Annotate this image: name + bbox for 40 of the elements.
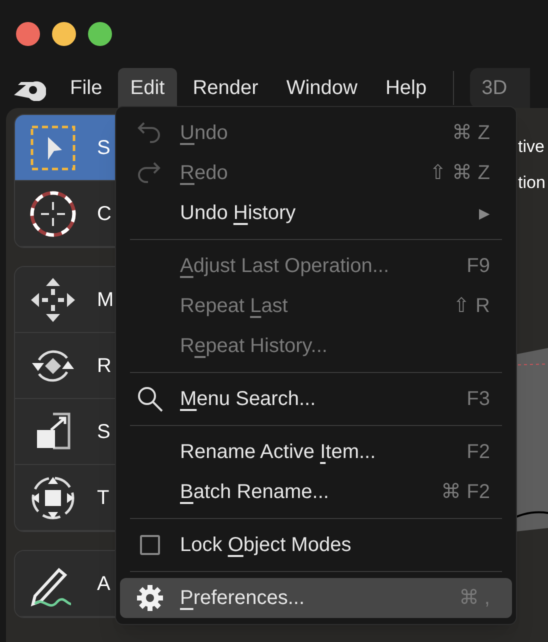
menu-item-label: Undo	[180, 121, 228, 146]
select-box-icon	[29, 124, 77, 172]
menu-item-label: Repeat Last	[180, 294, 288, 319]
shortcut-label: ⇧ R	[453, 294, 490, 319]
menu-button[interactable]: Window	[274, 68, 370, 108]
shortcut-label: ⌘ Z	[452, 121, 490, 146]
move-arrows-icon	[29, 276, 77, 324]
menu-item-label: Lock Object Modes	[180, 533, 352, 558]
menu-button[interactable]: File	[58, 68, 114, 108]
menu-item-label: Menu Search...	[180, 387, 316, 412]
menu-item[interactable]: Preferences... ⌘ ,	[120, 578, 512, 618]
shortcut-label: F3	[466, 387, 490, 412]
undo-arrow-icon	[136, 120, 162, 146]
menu-item-label: Rename Active Item...	[180, 440, 376, 465]
shortcut-label: ⇧ ⌘ Z	[430, 161, 490, 186]
shortcut-label: ⌘ F2	[441, 480, 490, 505]
menu-button[interactable]: Help	[373, 68, 439, 108]
settings-icon	[136, 584, 164, 612]
menu-button[interactable]: Edit	[118, 68, 177, 108]
submenu-arrow-icon: ▶	[479, 202, 490, 224]
minimize-window-icon[interactable]	[52, 22, 76, 46]
menu-item-label: Undo History	[180, 201, 296, 226]
menu-item-label: Batch Rename...	[180, 480, 329, 505]
checkbox[interactable]	[140, 535, 160, 555]
zoom-window-icon[interactable]	[88, 22, 112, 46]
menu-item-label: Adjust Last Operation...	[180, 254, 390, 279]
viewport-text: tion	[518, 172, 546, 194]
menu-item-label: Repeat History...	[180, 334, 328, 359]
close-window-icon[interactable]	[16, 22, 40, 46]
shortcut-label: F9	[466, 254, 490, 279]
crosshair-circle-icon	[29, 190, 77, 238]
menu-button[interactable]: Render	[180, 68, 270, 108]
menu-item-label: Preferences...	[180, 586, 305, 611]
menu-item-label: Redo	[180, 161, 228, 186]
shortcut-label: ⌘ ,	[458, 586, 490, 611]
viewport-text: tive	[518, 136, 546, 158]
redo-arrow-icon	[136, 160, 162, 186]
search-icon	[136, 385, 164, 413]
shortcut-label: F2	[466, 440, 490, 465]
workspace-tab[interactable]: 3D	[470, 68, 530, 108]
